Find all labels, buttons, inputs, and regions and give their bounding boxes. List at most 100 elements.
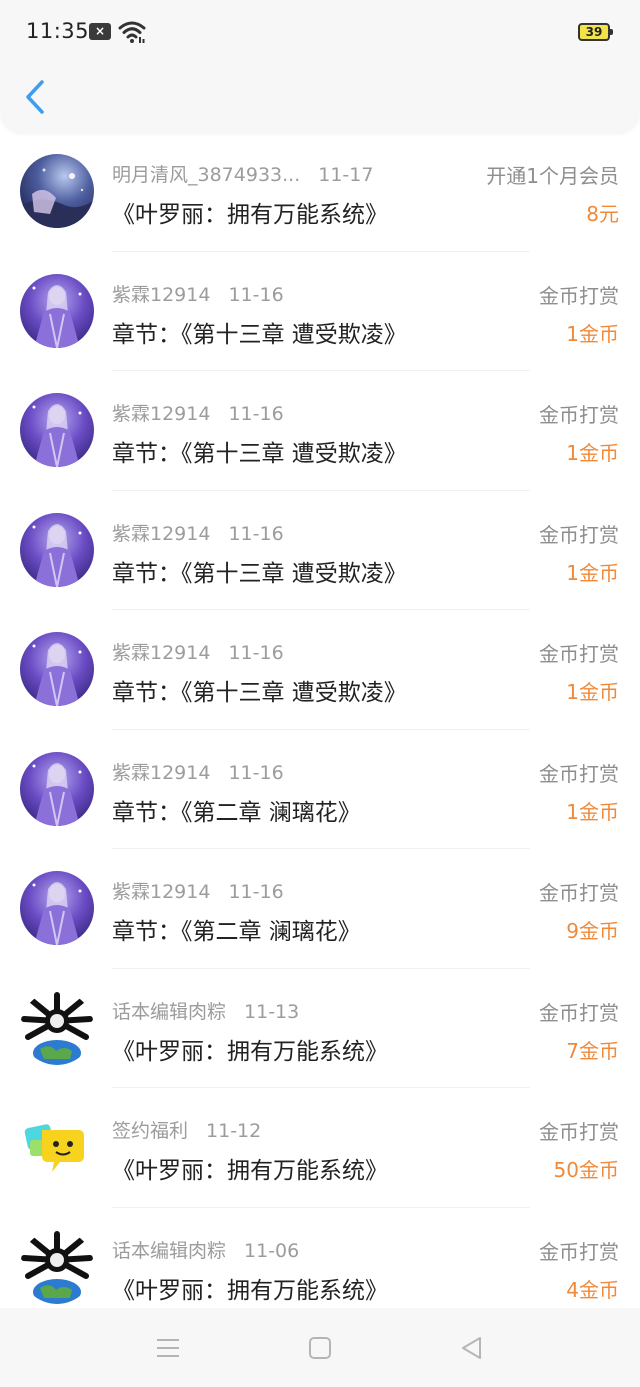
user-name[interactable]: 话本编辑肉粽 (112, 1001, 226, 1023)
record-meta: 紫霖12914 11-16 (112, 280, 492, 307)
reward-amount: 1金币 (566, 441, 619, 465)
record-row[interactable]: 紫霖12914 11-16 章节：《第十三章 遭受欺凌》 金币打赏 1金币 (0, 610, 640, 730)
reward-type: 金币打赏 (539, 642, 619, 666)
avatar-image (20, 1229, 94, 1304)
user-avatar[interactable] (20, 512, 94, 587)
status-time: 11:35 (26, 19, 90, 43)
home-button[interactable] (306, 1334, 334, 1362)
record-row[interactable]: 紫霖12914 11-16 章节：《第十三章 遭受欺凌》 金币打赏 1金币 (0, 491, 640, 610)
user-avatar[interactable] (20, 1110, 94, 1184)
reward-amount: 1金币 (566, 560, 619, 585)
record-meta: 紫霖12914 11-16 (112, 758, 492, 785)
record-date: 11-06 (244, 1239, 300, 1262)
record-date: 11-16 (228, 761, 284, 784)
user-name[interactable]: 紫霖12914 (112, 284, 210, 306)
reward-type: 金币打赏 (539, 1000, 619, 1025)
reward-amount: 9金币 (566, 919, 619, 943)
reward-records-page: 11:35 × 39 明月清风_3874933... 11-17 《叶罗丽：拥有万能… (0, 0, 640, 1387)
triangle-back-icon (462, 1337, 481, 1359)
user-name[interactable]: 话本编辑肉粽 (112, 1240, 226, 1262)
reward-amount: 50金币 (553, 1158, 619, 1182)
reward-type: 开通1个月会员 (486, 164, 619, 188)
user-avatar[interactable] (20, 154, 94, 228)
user-name[interactable]: 紫霖12914 (112, 881, 210, 903)
reward-type: 金币打赏 (539, 522, 619, 547)
record-date: 11-16 (228, 522, 284, 545)
avatar-image (20, 1110, 94, 1184)
book-title: 《叶罗丽：拥有万能系统》 (112, 202, 388, 228)
back-nav-button[interactable] (458, 1334, 486, 1362)
menu-button[interactable] (154, 1334, 182, 1362)
book-title: 章节：《第十三章 遭受欺凌》 (112, 680, 407, 706)
user-name[interactable]: 紫霖12914 (112, 523, 210, 545)
user-avatar[interactable] (20, 751, 94, 826)
book-title: 章节：《第二章 澜璃花》 (112, 799, 361, 826)
record-meta: 话本编辑肉粽 11-06 (112, 1236, 492, 1263)
book-title: 《叶罗丽：拥有万能系统》 (112, 1277, 388, 1304)
back-button[interactable] (20, 78, 50, 116)
book-title: 章节：《第十三章 遭受欺凌》 (112, 321, 407, 348)
record-row[interactable]: 紫霖12914 11-16 章节：《第十三章 遭受欺凌》 金币打赏 1金币 (0, 371, 640, 491)
record-meta: 紫霖12914 11-16 (112, 638, 492, 665)
book-title: 章节：《第二章 澜璃花》 (112, 919, 361, 945)
record-row[interactable]: 紫霖12914 11-16 章节：《第二章 澜璃花》 金币打赏 9金币 (0, 849, 640, 969)
avatar-image (20, 393, 94, 467)
record-row[interactable]: 话本编辑肉粽 11-13 《叶罗丽：拥有万能系统》 金币打赏 7金币 (0, 969, 640, 1088)
book-title: 《叶罗丽：拥有万能系统》 (112, 1158, 388, 1184)
record-date: 11-16 (228, 642, 284, 664)
record-date: 11-12 (206, 1120, 262, 1142)
battery-icon: 39 (578, 23, 613, 41)
reward-amount: 1金币 (566, 799, 619, 824)
record-date: 11-17 (318, 164, 374, 186)
header: 11:35 × 39 (0, 0, 640, 132)
user-avatar[interactable] (20, 393, 94, 467)
user-avatar[interactable] (20, 990, 94, 1065)
record-meta: 明月清风_3874933... 11-17 (112, 160, 492, 187)
record-date: 11-13 (244, 1000, 300, 1023)
record-row[interactable]: 明月清风_3874933... 11-17 《叶罗丽：拥有万能系统》 开通1个月会员 8… (0, 132, 640, 252)
avatar-image (20, 273, 94, 348)
record-date: 11-16 (228, 881, 284, 903)
book-title: 《叶罗丽：拥有万能系统》 (112, 1038, 388, 1065)
book-title: 章节：《第十三章 遭受欺凌》 (112, 441, 407, 467)
reward-amount: 1金币 (566, 321, 619, 346)
record-meta: 话本编辑肉粽 11-13 (112, 997, 492, 1024)
reward-type: 金币打赏 (539, 881, 619, 905)
user-name[interactable]: 紫霖12914 (112, 403, 210, 425)
reward-type: 金币打赏 (539, 283, 619, 308)
book-title: 章节：《第十三章 遭受欺凌》 (112, 560, 407, 587)
record-meta: 紫霖12914 11-16 (112, 519, 492, 546)
reward-amount: 8元 (586, 202, 619, 226)
user-name[interactable]: 紫霖12914 (112, 762, 210, 784)
avatar-image (20, 154, 94, 228)
reward-type: 金币打赏 (539, 1239, 619, 1264)
record-date: 11-16 (228, 283, 284, 306)
reward-amount: 1金币 (566, 680, 619, 704)
avatar-image (20, 512, 94, 587)
reward-amount: 7金币 (566, 1038, 619, 1063)
reward-type: 金币打赏 (539, 403, 619, 427)
record-row[interactable]: 签约福利 11-12 《叶罗丽：拥有万能系统》 金币打赏 50金币 (0, 1088, 640, 1208)
menu-icon (157, 1339, 179, 1357)
user-name[interactable]: 签约福利 (112, 1120, 188, 1142)
avatar-image (20, 632, 94, 706)
record-meta: 紫霖12914 11-16 (112, 399, 492, 426)
user-avatar[interactable] (20, 1229, 94, 1304)
user-avatar[interactable] (20, 871, 94, 945)
avatar-image (20, 990, 94, 1065)
record-date: 11-16 (228, 403, 284, 425)
wifi-icon (118, 21, 146, 43)
square-home-icon (309, 1337, 331, 1359)
user-avatar[interactable] (20, 273, 94, 348)
user-name[interactable]: 明月清风_3874933... (112, 164, 300, 186)
avatar-image (20, 871, 94, 945)
user-avatar[interactable] (20, 632, 94, 706)
record-meta: 签约福利 11-12 (112, 1116, 492, 1143)
chevron-left-icon (26, 80, 44, 114)
record-row[interactable]: 紫霖12914 11-16 章节：《第二章 澜璃花》 金币打赏 1金币 (0, 730, 640, 849)
user-name[interactable]: 紫霖12914 (112, 642, 210, 664)
reward-record-list: 明月清风_3874933... 11-17 《叶罗丽：拥有万能系统》 开通1个月会员 8… (0, 132, 640, 1327)
reward-amount: 4金币 (566, 1277, 619, 1302)
record-row[interactable]: 紫霖12914 11-16 章节：《第十三章 遭受欺凌》 金币打赏 1金币 (0, 252, 640, 371)
reward-type: 金币打赏 (539, 1120, 619, 1144)
